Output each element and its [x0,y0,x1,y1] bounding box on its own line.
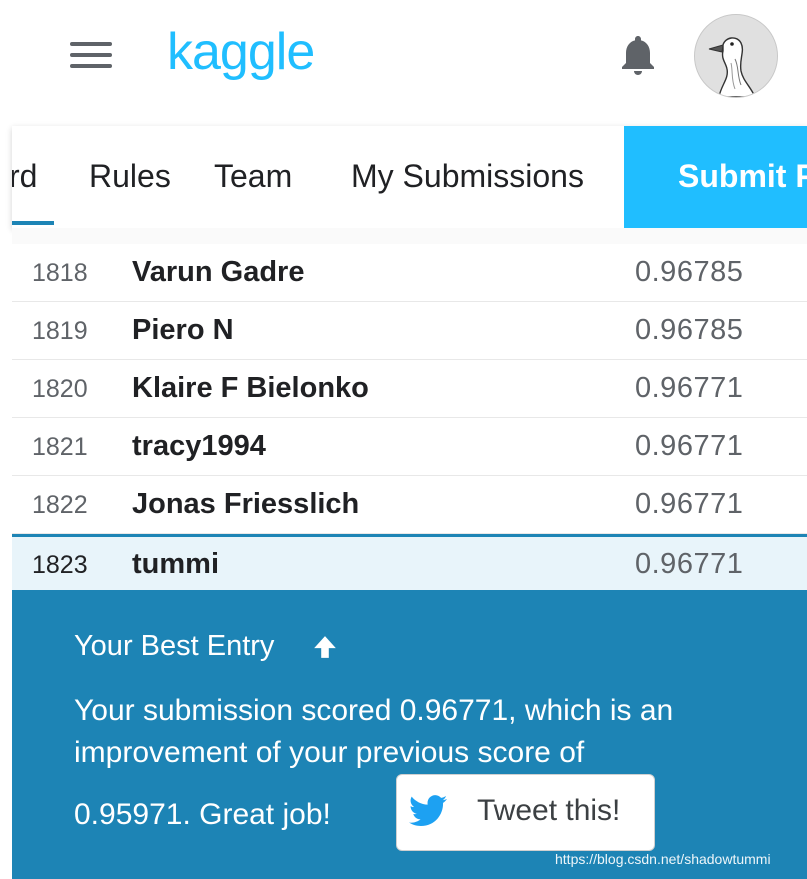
tweet-this-button[interactable]: Tweet this! [396,774,655,851]
tab-rules[interactable]: Rules [89,158,171,195]
twitter-bird-icon [409,795,447,827]
best-entry-message-line: Your submission scored 0.96771, which is… [74,694,674,727]
score: 0.96771 [635,372,744,404]
team-name[interactable]: Piero N [132,314,234,347]
hamburger-menu-icon[interactable] [70,42,112,70]
leaderboard-row[interactable]: 1818 Varun Gadre 0.96785 [12,244,807,302]
team-name[interactable]: tummi [132,548,219,581]
current-user-row[interactable]: 1823 tummi 0.96771 [12,534,807,593]
watermark: https://blog.csdn.net/shadowtummi [555,851,771,867]
leaderboard-row[interactable]: 1819 Piero N 0.96785 [12,302,807,360]
leaderboard-row[interactable]: 1820 Klaire F Bielonko 0.96771 [12,360,807,418]
team-name[interactable]: Varun Gadre [132,256,304,289]
arrow-up-icon [314,636,336,658]
competition-tab-bar: rd Rules Team My Submissions Submit P [12,126,807,228]
rank: 1821 [32,433,88,461]
best-entry-title: Your Best Entry [74,630,275,662]
leaderboard-row[interactable]: 1821 tracy1994 0.96771 [12,418,807,476]
user-avatar[interactable] [694,14,778,98]
tab-leaderboard[interactable]: rd [12,158,37,195]
rank: 1819 [32,317,88,345]
score: 0.96785 [635,314,744,346]
leaderboard-row[interactable]: 1822 Jonas Friesslich 0.96771 [12,476,807,534]
submit-predictions-button[interactable]: Submit P [624,126,807,228]
team-name[interactable]: Jonas Friesslich [132,488,359,521]
best-entry-message-line: 0.95971. Great job! [74,798,331,831]
partially-hidden-row [12,228,807,245]
team-name[interactable]: tracy1994 [132,430,266,463]
tab-team[interactable]: Team [214,158,292,195]
best-entry-message-line: improvement of your previous score of [74,736,585,769]
kaggle-logo[interactable]: kaggle [167,22,315,82]
score: 0.96771 [635,488,744,520]
goose-avatar-icon [695,15,777,97]
tweet-label: Tweet this! [477,794,621,827]
leaderboard-list: 1818 Varun Gadre 0.96785 1819 Piero N 0.… [12,244,807,593]
rank: 1822 [32,491,88,519]
score: 0.96785 [635,256,744,288]
team-name[interactable]: Klaire F Bielonko [132,372,369,405]
bell-icon[interactable] [614,30,662,80]
best-entry-panel: Your Best Entry Your submission scored 0… [12,590,807,879]
rank: 1820 [32,375,88,403]
score: 0.96771 [635,430,744,462]
score: 0.96771 [635,548,744,580]
tab-my-submissions[interactable]: My Submissions [351,158,584,195]
active-tab-indicator [12,221,54,225]
submit-label: Submit P [678,158,807,194]
rank: 1818 [32,259,88,287]
top-header: kaggle [0,0,807,120]
rank: 1823 [32,551,88,579]
